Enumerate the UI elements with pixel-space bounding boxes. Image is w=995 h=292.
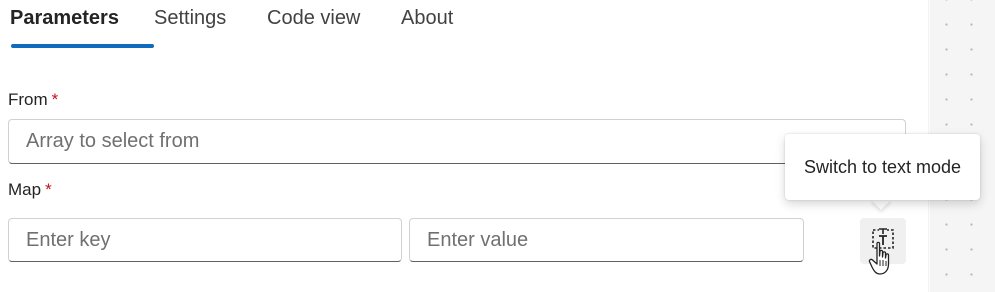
from-input[interactable]: Array to select from [8,119,906,164]
tab-settings[interactable]: Settings [154,0,267,50]
tooltip-text: Switch to text mode [803,156,962,177]
map-field-label: Map * [8,180,52,200]
map-key-input[interactable]: Enter key [8,218,402,262]
map-value-placeholder: Enter value [427,228,529,251]
tab-settings-label: Settings [154,7,227,29]
from-label-text: From [8,90,48,109]
map-value-input[interactable]: Enter value [409,218,804,262]
from-field-label: From * [8,90,58,110]
tab-list: Parameters Settings Code view About [10,0,481,50]
map-label-text: Map [8,180,42,199]
from-input-placeholder: Array to select from [26,130,200,152]
switch-to-text-mode-button[interactable] [860,218,906,264]
text-mode-icon [870,226,896,257]
from-required-mark: * [51,90,59,109]
map-required-mark: * [45,180,52,199]
action-panel-root: Parameters Settings Code view About From… [0,0,995,292]
map-key-placeholder: Enter key [26,228,111,251]
tab-parameters[interactable]: Parameters [10,0,154,50]
tab-about-label: About [401,7,454,29]
tab-about[interactable]: About [401,0,481,50]
tab-parameters-label: Parameters [10,7,119,29]
tab-code-view-label: Code view [267,7,361,29]
text-mode-tooltip: Switch to text mode [785,134,980,200]
tab-code-view[interactable]: Code view [267,0,401,50]
